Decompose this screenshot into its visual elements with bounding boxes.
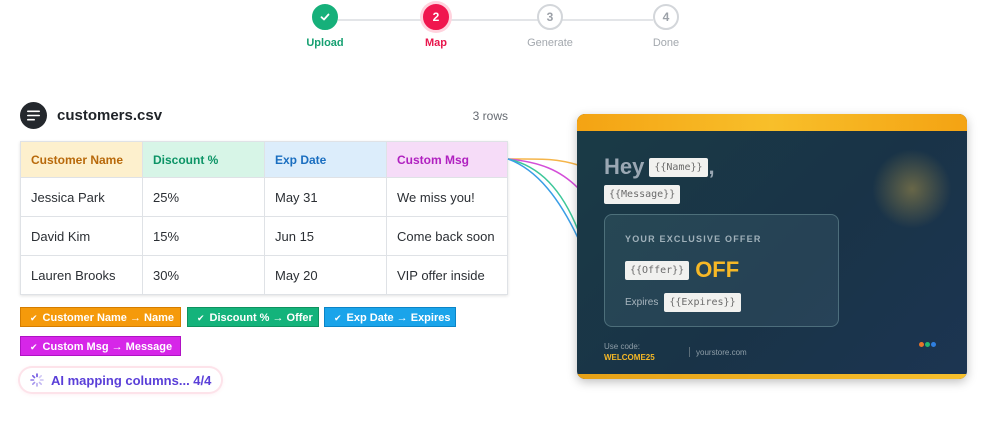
expires-label: Expires bbox=[625, 297, 659, 308]
spinner-icon bbox=[30, 373, 44, 387]
column-header-custom-msg[interactable]: Custom Msg bbox=[386, 141, 508, 178]
table-header-row: Customer Name Discount % Exp Date Custom… bbox=[20, 141, 508, 178]
mapping-label: Discount % → Offer bbox=[209, 312, 313, 324]
brand-dots bbox=[919, 342, 936, 347]
table-cell: Jessica Park bbox=[20, 177, 143, 217]
mapping-chip-offer[interactable]: ✔ Discount % → Offer bbox=[187, 307, 319, 327]
column-header-exp-date[interactable]: Exp Date bbox=[264, 141, 387, 178]
step-number: 2 bbox=[423, 4, 449, 30]
step-generate[interactable]: 3 Generate bbox=[505, 4, 595, 49]
brand-dot bbox=[925, 342, 930, 347]
table-cell: We miss you! bbox=[386, 177, 508, 217]
step-label: Upload bbox=[306, 37, 344, 49]
progress-stepper: Upload 2 Map 3 Generate 4 Done bbox=[0, 0, 1000, 60]
decorative-glow bbox=[872, 149, 952, 229]
placeholder-tag-name[interactable]: {{Name}} bbox=[649, 157, 708, 177]
check-icon bbox=[312, 4, 338, 30]
mapping-chip-expires[interactable]: ✔ Exp Date → Expires bbox=[324, 307, 456, 327]
file-name: customers.csv bbox=[57, 107, 163, 124]
table-cell: Jun 15 bbox=[264, 216, 387, 256]
mapping-label: Customer Name → Name bbox=[42, 312, 174, 324]
ai-status-text: AI mapping columns... 4/4 bbox=[51, 372, 212, 388]
table-row: Lauren Brooks 30% May 20 VIP offer insid… bbox=[20, 255, 508, 295]
use-code-label: Use code: bbox=[604, 342, 641, 351]
step-map[interactable]: 2 Map bbox=[391, 4, 481, 49]
check-icon: ✔ bbox=[197, 313, 205, 323]
table-row: Jessica Park 25% May 31 We miss you! bbox=[20, 177, 508, 217]
connector-line-message bbox=[507, 158, 579, 189]
placeholder-tag-message[interactable]: {{Message}} bbox=[604, 185, 681, 204]
column-header-customer-name[interactable]: Customer Name bbox=[20, 141, 143, 178]
csv-preview-table: Customer Name Discount % Exp Date Custom… bbox=[20, 141, 508, 295]
mapping-chip-name[interactable]: ✔ Customer Name → Name bbox=[20, 307, 181, 327]
template-preview-card: Hey {{Name}} , {{Message}} YOUR EXCLUSIV… bbox=[577, 114, 967, 379]
greeting-comma: , bbox=[708, 154, 715, 179]
table-cell: Come back soon bbox=[386, 216, 508, 256]
connector-line-offer bbox=[507, 158, 579, 231]
expires-line: Expires {{Expires}} bbox=[625, 293, 741, 312]
connector-line-expires bbox=[507, 158, 579, 239]
coupon-code: WELCOME25 bbox=[604, 353, 655, 362]
row-count: 3 rows bbox=[472, 109, 508, 123]
step-label: Generate bbox=[527, 37, 573, 49]
step-done[interactable]: 4 Done bbox=[621, 4, 711, 49]
step-label: Done bbox=[652, 37, 680, 49]
column-header-discount[interactable]: Discount % bbox=[142, 141, 265, 178]
brand-dot bbox=[919, 342, 924, 347]
check-icon: ✔ bbox=[30, 342, 38, 352]
table-cell: David Kim bbox=[20, 216, 143, 256]
check-icon: ✔ bbox=[334, 313, 342, 323]
table-cell: VIP offer inside bbox=[386, 255, 508, 295]
mapping-label: Custom Msg → Message bbox=[42, 341, 173, 353]
step-label: Map bbox=[425, 37, 447, 49]
check-icon: ✔ bbox=[30, 313, 38, 323]
greeting-text: Hey bbox=[604, 154, 645, 179]
table-cell: 15% bbox=[142, 216, 265, 256]
table-cell: May 20 bbox=[264, 255, 387, 295]
list-icon bbox=[20, 102, 47, 129]
placeholder-tag-offer[interactable]: {{Offer}} bbox=[625, 260, 690, 280]
message-line: {{Message}} bbox=[604, 185, 681, 204]
ai-mapping-status: AI mapping columns... 4/4 bbox=[20, 368, 222, 392]
step-upload[interactable]: Upload bbox=[280, 4, 370, 49]
offer-title: YOUR EXCLUSIVE OFFER bbox=[625, 234, 762, 244]
offer-line: {{Offer}} OFF bbox=[625, 257, 739, 283]
table-row: David Kim 15% Jun 15 Come back soon bbox=[20, 216, 508, 256]
card-bottom-bar bbox=[577, 374, 967, 379]
offer-suffix: OFF bbox=[695, 257, 740, 282]
step-number: 4 bbox=[653, 4, 679, 30]
file-header: customers.csv 3 rows bbox=[20, 102, 508, 130]
card-accent-bar bbox=[577, 114, 967, 131]
brand-dot bbox=[931, 342, 936, 347]
table-cell: 30% bbox=[142, 255, 265, 295]
table-cell: Lauren Brooks bbox=[20, 255, 143, 295]
mapping-label: Exp Date → Expires bbox=[346, 312, 451, 324]
footer-divider bbox=[689, 347, 690, 357]
mapping-chip-message[interactable]: ✔ Custom Msg → Message bbox=[20, 336, 181, 356]
store-url: yourstore.com bbox=[696, 348, 747, 357]
offer-box: YOUR EXCLUSIVE OFFER {{Offer}} OFF Expir… bbox=[604, 214, 839, 327]
greeting-line: Hey {{Name}} , bbox=[604, 154, 715, 180]
table-cell: May 31 bbox=[264, 177, 387, 217]
placeholder-tag-expires[interactable]: {{Expires}} bbox=[664, 293, 741, 312]
card-footer: Use code: WELCOME25 yourstore.com bbox=[604, 342, 944, 366]
table-cell: 25% bbox=[142, 177, 265, 217]
connector-line-name bbox=[507, 158, 579, 166]
step-number: 3 bbox=[537, 4, 563, 30]
